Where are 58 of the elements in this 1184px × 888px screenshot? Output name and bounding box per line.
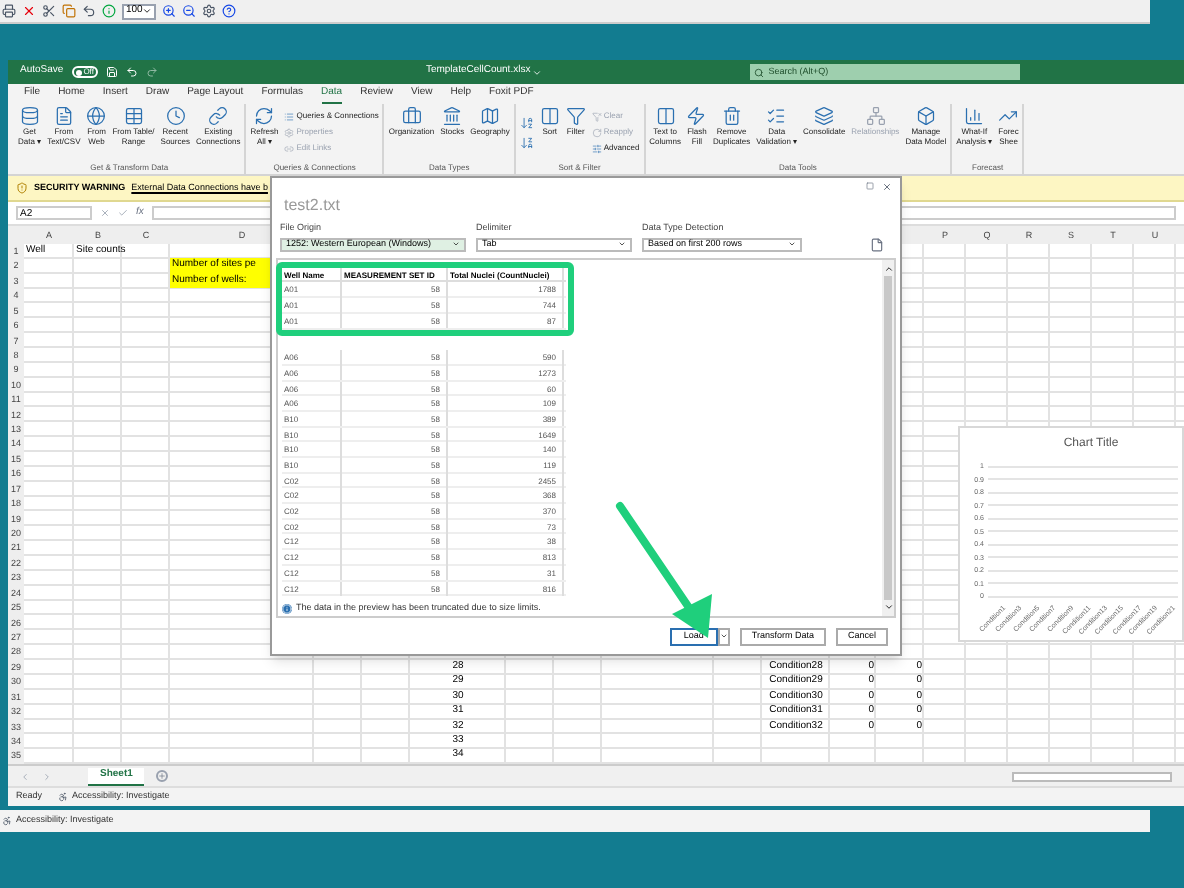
- clock-icon: [165, 106, 186, 126]
- link-icon: [284, 143, 295, 153]
- scissors-icon[interactable]: [42, 4, 56, 18]
- ribbon-icon-button[interactable]: [517, 112, 536, 132]
- chart-icon: [964, 106, 985, 126]
- add-sheet-icon[interactable]: [156, 770, 169, 782]
- settings-icon[interactable]: [202, 4, 217, 18]
- clear-filter-icon: [591, 111, 602, 121]
- sort-ascending-icon: [519, 115, 534, 129]
- sort-descending-icon: [519, 135, 534, 149]
- search-icon: [754, 67, 765, 77]
- filter-icon: [565, 106, 586, 126]
- refresh-icon: [254, 106, 275, 126]
- zoom-out-icon[interactable]: [182, 4, 197, 18]
- shield-icon: [16, 182, 28, 194]
- copy-icon[interactable]: [62, 4, 76, 18]
- undo-icon[interactable]: [125, 66, 138, 78]
- print-icon[interactable]: [2, 4, 16, 18]
- advanced-filter-icon: [591, 143, 602, 153]
- scroll-down-icon[interactable]: [883, 601, 893, 612]
- dialog-title: test2.txt: [284, 194, 341, 218]
- arrow-annotation: [616, 502, 712, 638]
- close-icon[interactable]: [22, 4, 36, 18]
- vertical-scrollbar[interactable]: [882, 259, 894, 616]
- table-icon: [123, 106, 144, 126]
- info-icon[interactable]: [102, 4, 116, 18]
- help-icon[interactable]: [222, 4, 237, 18]
- list-icon: [284, 111, 295, 121]
- horizontal-scrollbar[interactable]: [1012, 771, 1172, 781]
- reapply-icon: [591, 127, 602, 137]
- columns-icon: [655, 106, 676, 126]
- info-icon: [282, 604, 292, 615]
- zoom-in-icon[interactable]: [162, 4, 177, 18]
- layers-icon: [814, 106, 835, 126]
- undo-icon[interactable]: [82, 4, 96, 18]
- scroll-up-icon[interactable]: [883, 263, 893, 274]
- trend-icon: [998, 106, 1019, 126]
- database-icon: [19, 106, 40, 126]
- checklist-icon: [766, 106, 787, 126]
- caret-icon: [142, 6, 153, 16]
- globe-icon: [86, 106, 107, 126]
- document-icon[interactable]: [870, 237, 884, 252]
- accessibility-icon[interactable]: [58, 792, 69, 802]
- settings-icon: [284, 127, 295, 137]
- check-icon[interactable]: [118, 208, 128, 218]
- remove-icon: [721, 106, 742, 126]
- flash-icon: [686, 106, 707, 126]
- relationships-icon: [865, 106, 886, 126]
- ribbon-icon-button[interactable]: [517, 132, 536, 152]
- link-icon: [208, 106, 229, 126]
- data-model-icon: [915, 106, 936, 126]
- bank-icon: [442, 106, 463, 126]
- accessibility-icon[interactable]: [2, 816, 12, 826]
- caret-icon[interactable]: [532, 67, 543, 77]
- map-icon: [479, 106, 500, 126]
- document-icon: [53, 106, 74, 126]
- briefcase-icon: [401, 106, 422, 126]
- save-icon[interactable]: [105, 66, 118, 78]
